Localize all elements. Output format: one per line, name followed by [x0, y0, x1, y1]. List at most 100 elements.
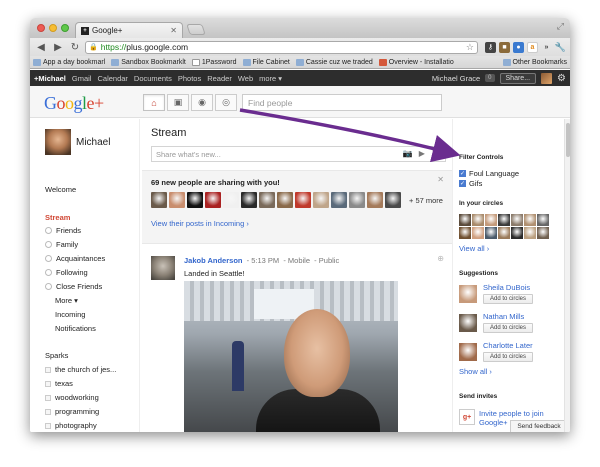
bookmark-item[interactable]: File Cabinet [242, 58, 290, 66]
spark-item[interactable]: texas [45, 379, 73, 388]
avatar[interactable] [187, 192, 203, 208]
fullscreen-icon[interactable]: ⤢ [557, 21, 564, 32]
avatar[interactable] [151, 192, 167, 208]
send-feedback-button[interactable]: Send feedback [510, 420, 568, 432]
avatar[interactable] [524, 227, 536, 239]
gbar-link-documents[interactable]: Documents [134, 74, 172, 83]
back-arrow-icon[interactable]: ◀ [34, 40, 48, 54]
profile-summary[interactable]: Michael [45, 129, 110, 155]
gbar-user-name[interactable]: Michael Grace [432, 74, 480, 83]
avatar[interactable] [459, 314, 477, 332]
post-time[interactable]: 5:13 PM [251, 256, 279, 265]
sidebar-item-following[interactable]: Following [45, 268, 88, 277]
show-all-link[interactable]: Show all › [459, 367, 492, 376]
bookmark-item[interactable]: Overview - Installatio [378, 58, 454, 66]
avatar[interactable] [367, 192, 383, 208]
gbar-link-reader[interactable]: Reader [207, 74, 232, 83]
new-tab-button[interactable] [186, 24, 206, 35]
gear-icon[interactable]: ⚙ [557, 73, 566, 84]
gbar-link-gmail[interactable]: Gmail [72, 74, 92, 83]
amazon-extension-icon[interactable]: a [527, 41, 538, 53]
avatar[interactable] [498, 214, 510, 226]
avatar[interactable] [459, 227, 471, 239]
sidebar-item-stream[interactable]: Stream [45, 213, 70, 222]
bookmark-item[interactable]: App a day bookmarl [33, 58, 105, 66]
sidebar-item-acquaintances[interactable]: Acquaintances [45, 254, 105, 263]
avatar[interactable] [472, 227, 484, 239]
reload-icon[interactable]: ↻ [68, 40, 82, 54]
google-plus-logo[interactable]: Google+ [44, 93, 104, 114]
avatar[interactable] [295, 192, 311, 208]
gbar-link-plus-michael[interactable]: +Michael [34, 74, 66, 83]
avatar[interactable] [498, 227, 510, 239]
avatar[interactable] [223, 192, 239, 208]
gbar-link-more[interactable]: more ▾ [259, 74, 282, 83]
address-bar[interactable]: 🔒 https://plus.google.com ☆ [85, 40, 478, 54]
avatar[interactable] [241, 192, 257, 208]
add-to-circles-button[interactable]: Add to circles [483, 323, 533, 333]
spark-item[interactable]: photography [45, 421, 97, 430]
post-author[interactable]: Jakob Anderson [184, 256, 242, 265]
filter-gifs-checkbox[interactable]: ✓ Gifs [459, 179, 482, 188]
zoom-window-button[interactable] [61, 24, 69, 32]
sidebar-item-more[interactable]: More ▾ [55, 296, 78, 305]
suggestion-name[interactable]: Nathan Mills [483, 312, 524, 321]
suggestion-name[interactable]: Charlotte Later [483, 341, 533, 350]
avatar[interactable] [459, 343, 477, 361]
extension-icon[interactable]: ● [513, 41, 524, 53]
sidebar-item-incoming[interactable]: Incoming [55, 310, 85, 319]
link-icon[interactable]: ⛓ [431, 149, 441, 158]
bookmark-item[interactable]: Sandbox Bookmarklt [111, 58, 186, 66]
avatar[interactable] [541, 72, 553, 84]
add-to-circles-button[interactable]: Add to circles [483, 294, 533, 304]
avatar[interactable] [537, 214, 549, 226]
avatar[interactable] [511, 227, 523, 239]
close-window-button[interactable] [37, 24, 45, 32]
avatar[interactable] [511, 214, 523, 226]
avatar[interactable] [459, 214, 471, 226]
view-all-link[interactable]: View all › [459, 244, 489, 253]
spark-item[interactable]: the church of jes... [45, 365, 116, 374]
new-people-more[interactable]: + 57 more [409, 196, 443, 205]
sparks-heading[interactable]: Sparks [45, 351, 68, 360]
profile-name[interactable]: Michael [76, 137, 110, 148]
add-to-circles-button[interactable]: Add to circles [483, 352, 533, 362]
spark-item[interactable]: woodworking [45, 393, 99, 402]
scrollbar-thumb[interactable] [566, 123, 570, 157]
tab-google-plus[interactable]: + Google+ ✕ [75, 22, 183, 38]
home-icon[interactable]: ⌂ [143, 94, 165, 111]
forward-arrow-icon[interactable]: ▶ [51, 40, 65, 54]
page-scrollbar[interactable] [564, 119, 570, 432]
bookmark-item[interactable]: 1Password [191, 58, 237, 66]
wrench-icon[interactable]: 🔧 [555, 42, 566, 53]
avatar[interactable] [205, 192, 221, 208]
circles-icon[interactable]: ◎ [215, 94, 237, 111]
gbar-link-photos[interactable]: Photos [178, 74, 201, 83]
other-bookmarks[interactable]: Other Bookmarks [502, 58, 567, 66]
sidebar-item-friends[interactable]: Friends [45, 226, 81, 235]
profile-icon[interactable]: ◉ [191, 94, 213, 111]
sidebar-item-welcome[interactable]: Welcome [45, 185, 76, 194]
avatar[interactable] [277, 192, 293, 208]
avatar[interactable] [45, 129, 71, 155]
sidebar-item-notifications[interactable]: Notifications [55, 324, 96, 333]
more-extensions-icon[interactable]: » [541, 42, 552, 53]
view-incoming-link[interactable]: View their posts in Incoming › [151, 219, 249, 228]
find-people-input[interactable]: Find people [242, 94, 442, 111]
video-icon[interactable]: ▶ [419, 149, 425, 158]
avatar[interactable] [385, 192, 401, 208]
post-photo[interactable] [184, 281, 398, 432]
key-extension-icon[interactable]: ⚷ [485, 41, 496, 53]
avatar[interactable] [331, 192, 347, 208]
camera-icon[interactable]: 📷 [403, 149, 413, 158]
notification-count-badge[interactable]: 0 [485, 74, 495, 82]
avatar[interactable] [313, 192, 329, 208]
avatar[interactable] [485, 227, 497, 239]
close-tab-icon[interactable]: ✕ [170, 26, 177, 35]
avatar[interactable] [472, 214, 484, 226]
filter-foul-language-checkbox[interactable]: ✓ Foul Language [459, 169, 519, 178]
share-input[interactable]: Share what's new... 📷 ▶ ⛓ [151, 146, 446, 162]
avatar[interactable] [151, 256, 175, 280]
share-button[interactable]: Share... [499, 72, 537, 84]
bookmark-star-icon[interactable]: ☆ [466, 42, 474, 53]
